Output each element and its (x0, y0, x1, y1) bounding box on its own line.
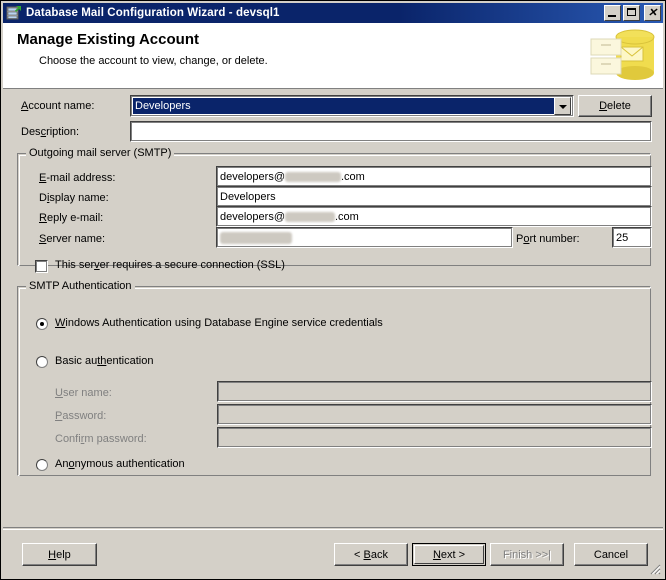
resize-grip[interactable] (647, 561, 661, 575)
close-button[interactable]: ✕ (644, 5, 661, 21)
email-address-prefix: developers@ (220, 170, 285, 183)
confirm-password-input (217, 427, 652, 448)
port-number-label: Port number: (516, 233, 580, 245)
email-address-redaction (284, 171, 341, 182)
wizard-header-banner: Manage Existing Account Choose the accou… (3, 23, 663, 89)
account-name-selected-value: Developers (133, 98, 554, 114)
server-name-input[interactable] (216, 227, 513, 248)
user-name-label: User name: (55, 387, 112, 399)
database-mail-icon (6, 5, 22, 21)
display-name-label: Display name: (39, 192, 109, 204)
email-address-input[interactable]: developers@ .com (216, 166, 652, 187)
server-name-label: Server name: (39, 233, 106, 245)
radio-anonymous-authentication[interactable] (36, 459, 48, 471)
window-controls: ✕ (604, 5, 661, 21)
description-label: Description: (21, 126, 80, 138)
chevron-down-icon[interactable] (554, 97, 571, 115)
port-number-input[interactable]: 25 (612, 227, 652, 248)
radio-windows-authentication[interactable] (36, 318, 48, 330)
radio-basic-authentication-label[interactable]: Basic authentication (55, 355, 153, 367)
wizard-content: Account name: Developers Delete Descript… (3, 90, 663, 527)
title-bar[interactable]: Database Mail Configuration Wizard - dev… (3, 3, 663, 23)
reply-email-label: Reply e-mail: (39, 212, 104, 224)
back-button[interactable]: < Back (334, 543, 408, 566)
radio-anonymous-authentication-label[interactable]: Anonymous authentication (55, 458, 185, 470)
description-input[interactable] (130, 121, 652, 142)
radio-windows-authentication-label[interactable]: Windows Authentication using Database En… (55, 317, 383, 329)
reply-email-redaction (284, 211, 335, 222)
user-name-input (217, 381, 652, 402)
database-mail-banner-icon (585, 25, 657, 87)
reply-email-input[interactable]: developers@ .com (216, 206, 652, 227)
password-label: Password: (55, 410, 107, 422)
cancel-button[interactable]: Cancel (574, 543, 648, 566)
radio-basic-authentication[interactable] (36, 356, 48, 368)
help-button[interactable]: Help (22, 543, 97, 566)
next-button[interactable]: Next > (412, 543, 486, 566)
delete-button[interactable]: Delete (578, 95, 652, 117)
page-subtitle: Choose the account to view, change, or d… (39, 55, 268, 67)
email-address-suffix: .com (340, 170, 365, 183)
minimize-button[interactable] (604, 5, 621, 21)
account-name-combobox[interactable]: Developers (130, 95, 574, 117)
window-title: Database Mail Configuration Wizard - dev… (26, 7, 280, 19)
confirm-password-label: Confirm password: (55, 433, 147, 445)
database-mail-configuration-wizard-window: Database Mail Configuration Wizard - dev… (0, 0, 666, 580)
finish-button: Finish >>| (490, 543, 564, 566)
wizard-footer: Help < Back Next > Finish >>| Cancel (3, 527, 663, 577)
email-address-label: E-mail address: (39, 172, 116, 184)
account-name-label: Account name: (21, 100, 95, 112)
server-name-redaction (220, 231, 292, 244)
password-input (217, 404, 652, 425)
ssl-checkbox-label[interactable]: This server requires a secure connection… (55, 259, 285, 271)
reply-email-prefix: developers@ (220, 210, 285, 223)
page-title: Manage Existing Account (17, 31, 199, 48)
maximize-button[interactable] (623, 5, 640, 21)
display-name-input[interactable]: Developers (216, 186, 652, 207)
ssl-checkbox[interactable] (35, 260, 48, 273)
smtp-authentication-group-label: SMTP Authentication (26, 280, 135, 292)
reply-email-suffix: .com (334, 210, 359, 223)
outgoing-mail-server-group-label: Outgoing mail server (SMTP) (26, 147, 175, 159)
